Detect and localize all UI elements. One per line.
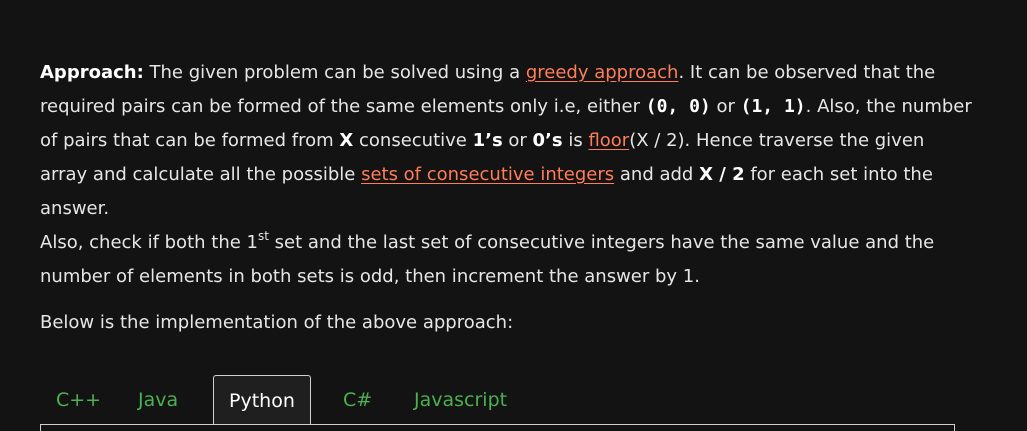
text: required pairs can be formed of the same… <box>40 96 646 117</box>
text: or <box>710 96 741 117</box>
approach-line-2: required pairs can be formed of the same… <box>40 90 972 124</box>
article-body: Approach: The given problem can be solve… <box>40 56 972 340</box>
tab-cpp[interactable]: C++ <box>56 375 101 425</box>
floor-link[interactable]: floor <box>588 130 629 151</box>
also-line-2: number of elements in both sets is odd, … <box>40 260 970 294</box>
text: of pairs that can be formed from <box>40 130 340 151</box>
text: or <box>502 130 533 151</box>
below-text: Below is the implementation of the above… <box>40 312 514 333</box>
zeros-text: 0’s <box>532 130 563 151</box>
text: consecutive <box>353 130 473 151</box>
also-paragraph: Also, check if both the 1st set and the … <box>40 226 970 294</box>
text: array and calculate all the possible <box>40 164 362 185</box>
text: and add <box>614 164 700 185</box>
language-tabs: C++ Java Python C# Javascript <box>40 375 955 425</box>
text: Also, check if both the 1 <box>40 232 258 253</box>
text: for each set into the <box>744 164 933 185</box>
text: (X / 2). Hence traverse the given <box>629 130 925 151</box>
superscript-st: st <box>257 229 269 243</box>
also-line-1: Also, check if both the 1st set and the … <box>40 226 970 260</box>
text: number of elements in both sets is odd, … <box>40 266 700 287</box>
text: The given problem can be solved using a <box>143 62 526 83</box>
pair-zero: (0, 0) <box>645 96 711 117</box>
ones-text: 1’s <box>472 130 503 151</box>
approach-line-4: array and calculate all the possible set… <box>40 158 970 192</box>
tab-csharp[interactable]: C# <box>343 375 372 425</box>
approach-line-3: of pairs that can be formed from X conse… <box>40 124 970 158</box>
tab-python[interactable]: Python <box>213 375 311 425</box>
greedy-approach-link[interactable]: greedy approach <box>526 62 679 83</box>
consecutive-sets-link[interactable]: sets of consecutive integers <box>361 164 614 185</box>
tab-java[interactable]: Java <box>138 375 178 425</box>
text: set and the last set of consecutive inte… <box>268 232 935 253</box>
approach-paragraph: Approach: The given problem can be solve… <box>40 56 972 226</box>
var-x: X <box>339 130 354 151</box>
text: . Also, the number <box>805 96 972 117</box>
text: . It can be observed that the <box>678 62 936 83</box>
text: is <box>562 130 589 151</box>
approach-label: Approach: <box>40 62 144 83</box>
pair-one: (1, 1) <box>740 96 806 117</box>
text: answer. <box>40 198 110 219</box>
code-panel <box>40 424 955 431</box>
approach-line-1: Approach: The given problem can be solve… <box>40 56 970 90</box>
approach-line-5: answer. <box>40 192 970 226</box>
below-paragraph: Below is the implementation of the above… <box>40 306 970 340</box>
x-half: X / 2 <box>699 164 745 185</box>
tab-javascript[interactable]: Javascript <box>414 375 507 425</box>
